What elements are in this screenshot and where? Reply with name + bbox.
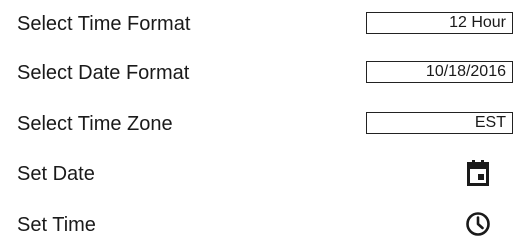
calendar-icon[interactable] (463, 158, 493, 188)
date-format-label: Select Date Format (17, 62, 190, 84)
time-format-label: Select Time Format (17, 13, 191, 35)
time-format-select[interactable]: 12 Hour (366, 12, 513, 34)
set-time-row: Set Time (0, 211, 522, 241)
date-format-row: Select Date Format 10/18/2016 (0, 59, 522, 89)
time-zone-label: Select Time Zone (17, 113, 173, 135)
calendar-icon-graphic (467, 160, 489, 186)
set-time-label: Set Time (17, 214, 96, 236)
time-zone-row: Select Time Zone EST (0, 110, 522, 140)
set-date-row: Set Date (0, 160, 522, 190)
time-format-row: Select Time Format 12 Hour (0, 10, 522, 40)
set-date-label: Set Date (17, 163, 95, 185)
clock-icon[interactable] (463, 209, 493, 239)
time-zone-select[interactable]: EST (366, 112, 513, 134)
date-format-select[interactable]: 10/18/2016 (366, 61, 513, 83)
clock-icon-graphic (466, 212, 490, 236)
